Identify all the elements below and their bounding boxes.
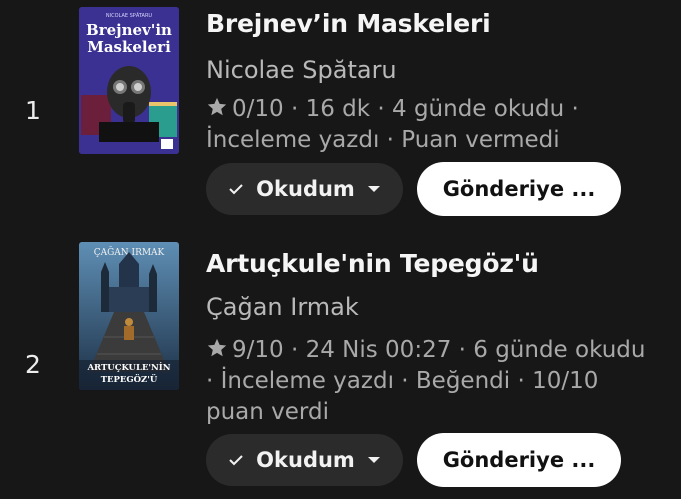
send-to-post-button[interactable]: Gönderiye ... <box>417 433 621 487</box>
book-author[interactable]: Nicolae Spătaru <box>206 56 397 84</box>
reading-list: 1 NICOLAE SPĂTARU Brejnev'in Maskeleri B… <box>0 0 681 499</box>
send-button-label: Gönderiye ... <box>442 448 596 472</box>
book-title[interactable]: Brejnev’in Maskeleri <box>206 9 491 38</box>
rank-number: 2 <box>25 350 41 379</box>
star-icon <box>207 97 227 116</box>
book-cover[interactable]: NICOLAE SPĂTARU Brejnev'in Maskeleri <box>79 7 179 154</box>
book-meta-text: 9/10 · 24 Nis 00:27 · 6 günde okudu · İn… <box>206 337 646 425</box>
cover-title-line2: Maskeleri <box>87 38 171 56</box>
book-cover[interactable]: ÇAĞAN IRMAK ARTUÇKULE'NİN TEPEGÖZ'Ü <box>79 242 179 390</box>
book-meta: 9/10 · 24 Nis 00:27 · 6 günde okudu · İn… <box>206 335 646 428</box>
status-label: Okudum <box>256 448 355 472</box>
status-dropdown-button[interactable]: Okudum <box>206 434 403 486</box>
check-icon <box>229 455 243 466</box>
star-icon <box>207 338 227 357</box>
status-dropdown-button[interactable]: Okudum <box>206 163 403 215</box>
book-author[interactable]: Çağan Irmak <box>206 293 359 321</box>
cover-author-text: NICOLAE SPĂTARU <box>106 12 152 19</box>
send-to-post-button[interactable]: Gönderiye ... <box>417 162 621 216</box>
cover-art: ÇAĞAN IRMAK ARTUÇKULE'NİN TEPEGÖZ'Ü <box>79 242 179 390</box>
book-meta: 0/10 · 16 dk · 4 günde okudu · İnceleme … <box>206 94 646 156</box>
send-button-label: Gönderiye ... <box>442 177 596 201</box>
book-title[interactable]: Artuçkule'nin Tepegöz'ü <box>206 249 539 278</box>
cover-title-line1: Brejnev'in <box>86 21 172 39</box>
chevron-down-icon <box>367 186 380 192</box>
check-icon <box>229 184 243 195</box>
list-item[interactable]: 2 ÇAĞAN IRMAK ARTUÇKULE'NİN TEPEGÖZ'Ü Ar… <box>0 230 681 499</box>
book-meta-text: 0/10 · 16 dk · 4 günde okudu · İnceleme … <box>206 96 579 153</box>
cover-art: NICOLAE SPĂTARU Brejnev'in Maskeleri <box>79 7 179 154</box>
list-item[interactable]: 1 NICOLAE SPĂTARU Brejnev'in Maskeleri B… <box>0 0 681 230</box>
status-label: Okudum <box>256 177 355 201</box>
chevron-down-icon <box>367 457 380 463</box>
rank-number: 1 <box>25 96 41 125</box>
